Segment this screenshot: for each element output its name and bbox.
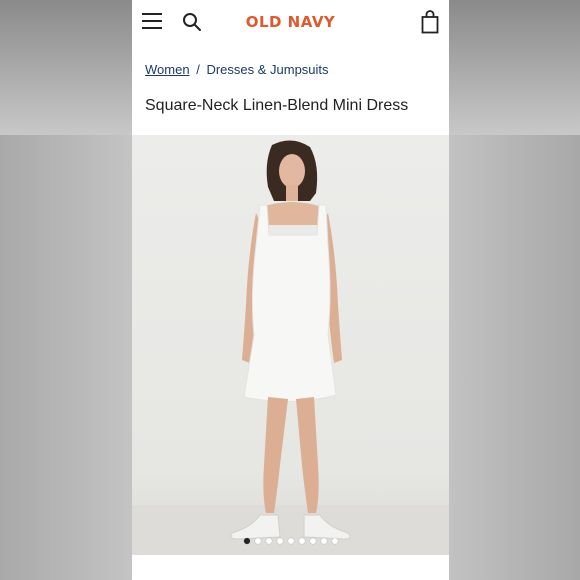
breadcrumb: Women / Dresses & Jumpsuits [145, 62, 329, 77]
carousel-dot[interactable] [243, 538, 250, 544]
carousel-dot[interactable] [265, 538, 272, 544]
carousel-dot[interactable] [331, 538, 338, 544]
carousel-dot[interactable] [298, 538, 305, 544]
phone-screen: OLD NAVY Women / Dresses & Jumpsuits Squ… [132, 0, 449, 580]
carousel-dot[interactable] [320, 538, 327, 544]
product-title: Square-Neck Linen-Blend Mini Dress [145, 97, 409, 114]
product-image[interactable] [132, 135, 449, 555]
model-wearing-dress-illustration [230, 140, 351, 540]
shopping-bag-icon[interactable] [421, 10, 439, 34]
carousel-dot[interactable] [287, 538, 294, 544]
carousel-dot[interactable] [309, 538, 316, 544]
old-navy-logo[interactable]: OLD NAVY [132, 13, 449, 31]
top-navigation-bar: OLD NAVY [132, 0, 449, 44]
breadcrumb-dresses-link[interactable]: Dresses & Jumpsuits [206, 62, 328, 77]
carousel-dot[interactable] [254, 538, 261, 544]
bottom-area [132, 555, 449, 580]
breadcrumb-women-link[interactable]: Women [145, 62, 190, 77]
breadcrumb-separator: / [196, 62, 200, 77]
carousel-dots [132, 538, 449, 544]
carousel-dot[interactable] [276, 538, 283, 544]
